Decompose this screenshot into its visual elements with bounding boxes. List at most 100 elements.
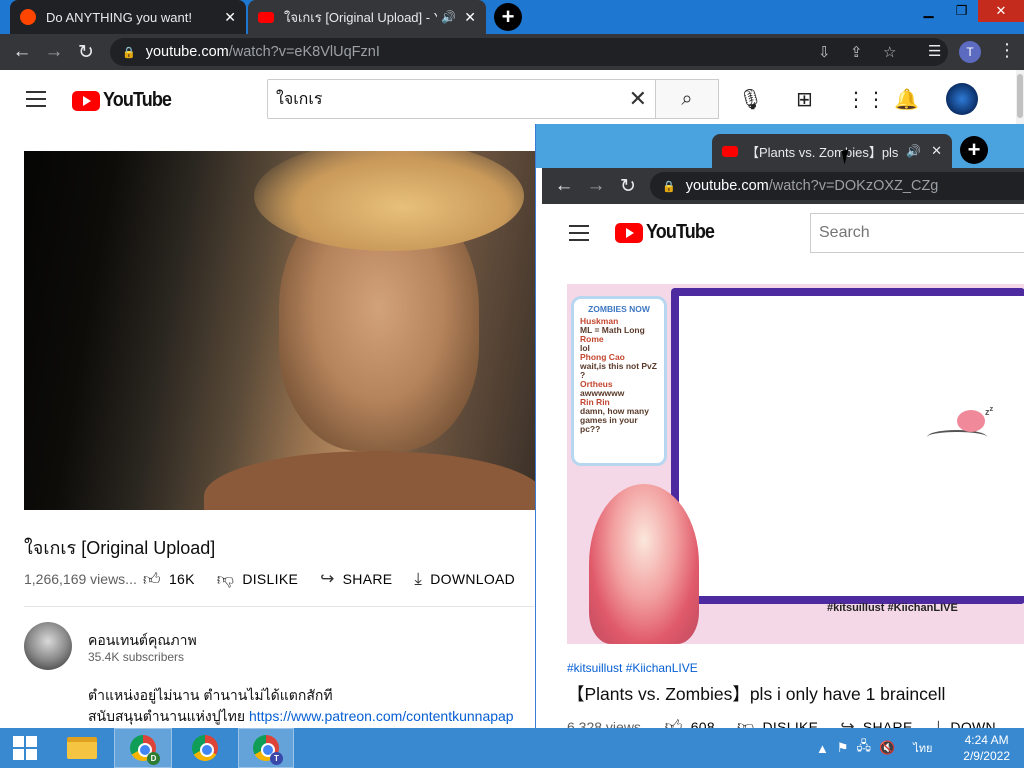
new-tab-button[interactable]: + [494, 3, 522, 31]
download-button[interactable]: ⤓ DOWN [935, 717, 996, 729]
reload-icon[interactable]: ↻ [70, 41, 102, 64]
download-icon: ⤓ [934, 716, 943, 729]
like-button[interactable]: 👍︎ 608 [665, 716, 715, 728]
close-tab-icon[interactable]: ✕ [464, 9, 476, 26]
youtube-logo[interactable]: YouTube [615, 221, 722, 244]
channel-avatar[interactable] [24, 622, 72, 670]
forward-icon[interactable]: → [580, 175, 612, 197]
input-language[interactable]: ไทย [913, 739, 932, 757]
restore-icon[interactable]: ❐ [945, 0, 978, 22]
chrome-taskbar-button[interactable]: T [238, 728, 294, 768]
apps-grid-icon[interactable]: ⋮⋮ [846, 87, 886, 112]
url-path: /watch?v=eK8VlUqFznI [228, 44, 380, 60]
youtube-header: YouTube ใจเกเร ✕ ⌕ 🎙 ⊞ ⋮⋮ 🔔 [0, 70, 1016, 130]
youtube-play-icon [72, 90, 100, 111]
volume-muted-icon[interactable]: 🔇 [879, 740, 895, 756]
hamburger-menu-icon[interactable] [26, 91, 46, 112]
share-icon[interactable]: ⇪ [850, 38, 863, 66]
menu-kebab-icon[interactable]: ⋮ [998, 40, 1016, 61]
like-button[interactable]: 👍︎ 16K [143, 569, 195, 590]
new-tab-button[interactable]: + [960, 136, 988, 164]
action-center-icon[interactable]: ⚑ [837, 740, 849, 756]
profile-avatar[interactable]: T [959, 41, 981, 63]
browser-toolbar-2: ← → ↻ 🔒 youtube.com/watch?v=DOKzOXZ_CZg [542, 168, 1024, 204]
stream-chat-overlay: ZOMBIES NOW Huskman ML = Math Long Rome … [571, 296, 667, 466]
speaker-icon[interactable]: 🔊 [906, 144, 921, 158]
tab-youtube-active[interactable]: ใจเกเร [Original Upload] - You 🔊 ✕ [248, 0, 486, 34]
video-actions: 1,266,169 views... 👍︎ 16K 👎︎ DISLIKE ↪ SHAR… [24, 566, 534, 592]
view-count: 6,328 views... [567, 718, 653, 729]
channel-name[interactable]: คอนเทนต์คุณภาพ [88, 630, 197, 652]
divider [24, 606, 534, 607]
chrome-icon: D [130, 735, 160, 765]
address-bar[interactable]: 🔒 youtube.com/watch?v=DOKzOXZ_CZg [650, 172, 1024, 200]
video-title: 【Plants vs. Zombies】pls i only have 1 br… [567, 684, 946, 704]
chrome-taskbar-button[interactable]: D [114, 728, 172, 768]
address-bar[interactable]: 🔒 youtube.com/watch?v=eK8VlUqFznI ⇩ ⇪ ☆ [110, 38, 948, 66]
folder-icon [67, 737, 97, 759]
share-button[interactable]: ↪ SHARE [320, 569, 392, 589]
speaker-icon[interactable]: 🔊 [441, 10, 456, 24]
show-hidden-icons-icon[interactable]: ▲ [816, 741, 829, 756]
download-icon: ⤓ [414, 569, 423, 588]
network-icon[interactable]: 🖧 [857, 737, 872, 759]
minimize-icon[interactable]: ▁ [912, 0, 945, 22]
thumbs-down-icon: 👎︎ [736, 717, 755, 728]
video-title: ใจเกเร [Original Upload] [24, 538, 216, 558]
taskbar-clock[interactable]: 4:24 AM 2/9/2022 [963, 732, 1010, 764]
file-explorer-button[interactable] [54, 728, 110, 768]
chrome-taskbar-button[interactable] [176, 728, 234, 768]
media-control-icon[interactable]: ☰ [928, 42, 941, 60]
windows-logo-icon [13, 736, 37, 760]
back-icon[interactable]: ← [548, 175, 580, 197]
browser-toolbar: ← → ↻ 🔒 youtube.com/watch?v=eK8VlUqFznI … [0, 34, 1024, 70]
chrome-icon [192, 735, 218, 761]
vtuber-avatar [589, 484, 699, 644]
start-button[interactable] [0, 728, 50, 768]
tab-title: 【Plants vs. Zombies】pls i only [746, 144, 902, 160]
tab-reddit[interactable]: Do ANYTHING you want! ✕ [10, 0, 246, 34]
share-button[interactable]: ↪ SHARE [840, 717, 912, 729]
browser-tab-strip: Do ANYTHING you want! ✕ ใจเกเร [Original… [0, 0, 1024, 34]
install-app-icon[interactable]: ⇩ [818, 38, 831, 66]
stream-hashtag-overlay: #kitsuillust #KiichanLIVE [827, 602, 958, 614]
bookmark-star-icon[interactable]: ☆ [883, 38, 896, 66]
lock-icon: 🔒 [122, 46, 136, 59]
search-input[interactable]: Search [810, 213, 1024, 253]
youtube-logo[interactable]: YouTube [72, 89, 179, 112]
tab-youtube-stream[interactable]: 【Plants vs. Zombies】pls i only 🔊 ✕ [712, 134, 952, 168]
url-host: youtube.com [145, 44, 229, 60]
tab-title: Do ANYTHING you want! [46, 9, 192, 25]
youtube-play-icon [615, 222, 643, 243]
create-video-icon[interactable]: ⊞ [796, 87, 813, 112]
youtube-header-2: YouTube Search [542, 204, 1024, 260]
search-input[interactable]: ใจเกเร ✕ [267, 79, 656, 119]
account-avatar[interactable] [946, 83, 978, 115]
close-tab-icon[interactable]: ✕ [931, 143, 942, 159]
thumbs-up-icon: 👍︎ [664, 717, 683, 728]
close-tab-icon[interactable]: ✕ [224, 9, 236, 26]
close-window-icon[interactable]: ✕ [978, 0, 1024, 22]
subscriber-count: 35.4K subscribers [88, 650, 185, 664]
hamburger-menu-icon[interactable] [569, 225, 589, 246]
video-hashtags[interactable]: #kitsuillust #KiichanLIVE [567, 661, 698, 675]
forward-icon[interactable]: → [38, 41, 70, 63]
video-player[interactable] [24, 151, 535, 510]
microphone-icon[interactable]: 🎙 [738, 87, 763, 112]
patreon-link[interactable]: https://www.patreon.com/contentkunnapap [249, 708, 514, 724]
dislike-button[interactable]: 👎︎ DISLIKE [217, 569, 298, 590]
stream-video-player[interactable]: ZOMBIES NOW Huskman ML = Math Long Rome … [567, 284, 1024, 644]
share-arrow-icon: ↪ [840, 716, 855, 729]
thumbs-down-icon: 👎︎ [216, 569, 235, 589]
lock-icon: 🔒 [662, 180, 676, 193]
dislike-button[interactable]: 👎︎ DISLIKE [737, 716, 818, 728]
notifications-bell-icon[interactable]: 🔔 [894, 87, 919, 112]
download-button[interactable]: ⤓ DOWNLOAD [414, 569, 515, 589]
sleeping-mascot: zz [927, 404, 997, 444]
secondary-browser-window[interactable]: 【Plants vs. Zombies】pls i only 🔊 ✕ + ← →… [535, 124, 1024, 728]
search-button[interactable]: ⌕ [655, 79, 719, 119]
clear-search-icon[interactable]: ✕ [629, 86, 647, 112]
tab-title: ใจเกเร [Original Upload] - You [284, 9, 437, 25]
back-icon[interactable]: ← [6, 41, 38, 63]
reload-icon[interactable]: ↻ [612, 175, 644, 198]
